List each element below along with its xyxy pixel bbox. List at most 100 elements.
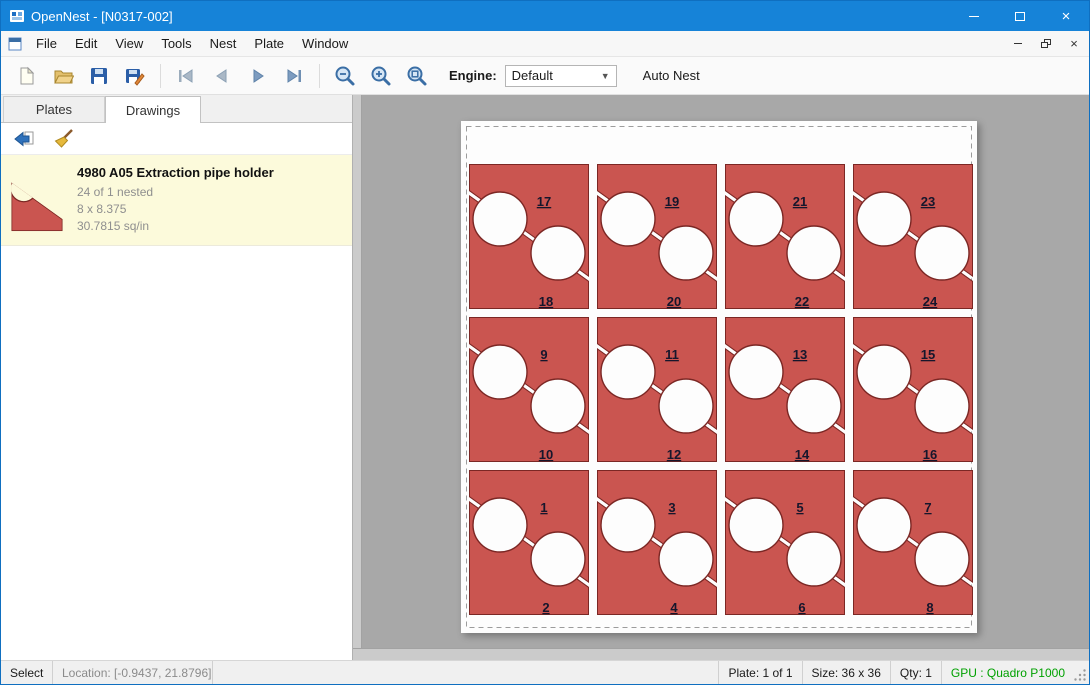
menu-item-window[interactable]: Window	[293, 32, 357, 55]
mdi-close-icon: ×	[1070, 37, 1078, 50]
part-number[interactable]: 18	[539, 294, 553, 309]
part-notch	[787, 532, 841, 586]
last-plate-button[interactable]	[276, 60, 312, 92]
part-notch	[531, 226, 585, 280]
mdi-restore-button[interactable]	[1033, 33, 1059, 55]
part-number[interactable]: 21	[793, 194, 807, 209]
part-number[interactable]: 8	[926, 600, 933, 615]
part-number[interactable]: 5	[796, 500, 803, 515]
drawing-title: 4980 A05 Extraction pipe holder	[77, 165, 274, 180]
toolbar-separator	[319, 64, 320, 88]
mdi-document-icon	[7, 36, 23, 52]
new-file-icon	[17, 66, 37, 86]
part-notch	[659, 532, 713, 586]
part-number[interactable]: 19	[665, 194, 679, 209]
mdi-minimize-icon	[1014, 43, 1022, 44]
mdi-minimize-button[interactable]	[1005, 33, 1031, 55]
tab-drawings[interactable]: Drawings	[105, 96, 201, 123]
import-drawing-button[interactable]	[9, 126, 39, 152]
drawing-area: 30.7815 sq/in	[77, 218, 274, 235]
minimize-button[interactable]	[951, 1, 997, 31]
part-number[interactable]: 20	[667, 294, 681, 309]
tab-drawings-label: Drawings	[126, 103, 180, 118]
part-number[interactable]: 2	[542, 600, 549, 615]
drawing-list-item[interactable]: 4980 A05 Extraction pipe holder 24 of 1 …	[1, 155, 352, 246]
mdi-restore-icon	[1041, 39, 1051, 48]
part-number[interactable]: 23	[921, 194, 935, 209]
part-number[interactable]: 3	[668, 500, 675, 515]
maximize-icon	[1015, 12, 1025, 21]
menu-item-view[interactable]: View	[106, 32, 152, 55]
part-number[interactable]: 14	[795, 447, 810, 462]
status-location: Location: [-0.9437, 21.8796]	[53, 661, 213, 684]
drawing-list: 4980 A05 Extraction pipe holder 24 of 1 …	[1, 155, 352, 660]
horizontal-scrollbar[interactable]	[353, 648, 1089, 660]
part-notch	[601, 192, 655, 246]
part-number[interactable]: 6	[798, 600, 805, 615]
main-toolbar: Engine: Default ▼ Auto Nest	[1, 57, 1089, 95]
part-number[interactable]: 12	[667, 447, 681, 462]
status-bar: Select Location: [-0.9437, 21.8796] Plat…	[1, 660, 1089, 684]
menu-item-tools[interactable]: Tools	[152, 32, 200, 55]
part-number[interactable]: 11	[665, 347, 679, 362]
previous-plate-button[interactable]	[204, 60, 240, 92]
next-plate-button[interactable]	[240, 60, 276, 92]
part-number[interactable]: 9	[540, 347, 547, 362]
part-number[interactable]: 22	[795, 294, 809, 309]
zoom-in-button[interactable]	[363, 60, 399, 92]
nest-canvas[interactable]: 171819202122232491011121314151612345678	[353, 95, 1089, 660]
part-notch	[473, 345, 527, 399]
app-icon	[9, 8, 25, 24]
engine-select[interactable]: Default ▼	[505, 65, 617, 87]
status-qty: Qty: 1	[890, 661, 941, 684]
drawing-size: 8 x 8.375	[77, 201, 274, 218]
menu-item-edit[interactable]: Edit	[66, 32, 106, 55]
save-edit-icon	[125, 66, 146, 86]
part-number[interactable]: 1	[540, 500, 547, 515]
close-icon: ×	[1062, 9, 1071, 24]
part-number[interactable]: 10	[539, 447, 553, 462]
resize-grip[interactable]	[1074, 661, 1089, 684]
first-plate-button[interactable]	[168, 60, 204, 92]
drawing-nested-count: 24 of 1 nested	[77, 184, 274, 201]
part-number[interactable]: 15	[921, 347, 935, 362]
status-size: Size: 36 x 36	[802, 661, 890, 684]
menu-item-nest[interactable]: Nest	[201, 32, 246, 55]
part-notch	[729, 345, 783, 399]
toolbar-separator	[160, 64, 161, 88]
part-number[interactable]: 17	[537, 194, 551, 209]
part-number[interactable]: 13	[793, 347, 807, 362]
mdi-close-button[interactable]: ×	[1061, 33, 1087, 55]
zoom-out-button[interactable]	[327, 60, 363, 92]
menu-item-plate[interactable]: Plate	[245, 32, 293, 55]
auto-nest-button[interactable]: Auto Nest	[637, 64, 706, 87]
part-notch	[659, 379, 713, 433]
part-notch	[787, 226, 841, 280]
cleanup-button[interactable]	[49, 126, 79, 152]
zoom-fit-button[interactable]	[399, 60, 435, 92]
part-number[interactable]: 7	[924, 500, 931, 515]
part-notch	[601, 498, 655, 552]
vertical-scrollbar[interactable]	[353, 95, 362, 648]
save-button[interactable]	[81, 60, 117, 92]
part-notch	[601, 345, 655, 399]
first-arrow-icon	[176, 66, 196, 86]
part-number[interactable]: 4	[670, 600, 678, 615]
open-button[interactable]	[45, 60, 81, 92]
zoom-fit-icon	[406, 65, 428, 87]
maximize-button[interactable]	[997, 1, 1043, 31]
status-plate: Plate: 1 of 1	[718, 661, 801, 684]
close-button[interactable]: ×	[1043, 1, 1089, 31]
tab-plates[interactable]: Plates	[3, 96, 105, 122]
plate-sheet[interactable]: 171819202122232491011121314151612345678	[461, 121, 977, 633]
menu-item-file[interactable]: File	[27, 32, 66, 55]
resize-grip-icon	[1074, 669, 1087, 682]
app-window: OpenNest - [N0317-002] × File Edit View …	[0, 0, 1090, 685]
back-arrow-icon	[13, 129, 35, 149]
new-button[interactable]	[9, 60, 45, 92]
part-number[interactable]: 16	[923, 447, 937, 462]
part-notch	[473, 498, 527, 552]
part-number[interactable]: 24	[923, 294, 938, 309]
part-notch	[659, 226, 713, 280]
save-edit-button[interactable]	[117, 60, 153, 92]
